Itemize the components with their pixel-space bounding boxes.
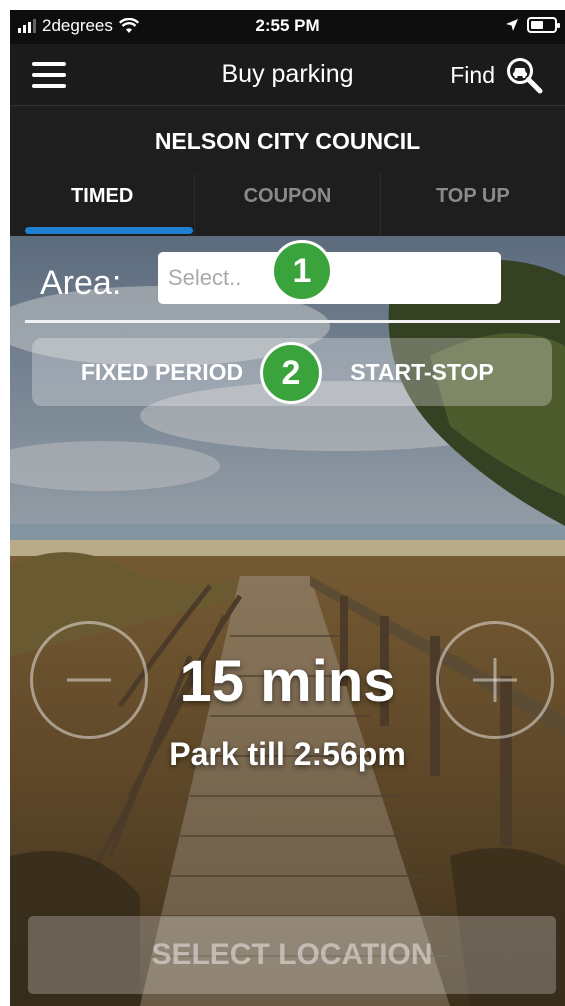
parking-panel: Area: FIXED PERIOD START-STOP 1 2 15 min…: [10, 236, 565, 1006]
tab-top-up[interactable]: TOP UP: [379, 173, 565, 237]
tab-coupon[interactable]: COUPON: [194, 173, 379, 237]
magnifier-car-icon: [507, 58, 543, 94]
battery-icon: [527, 17, 560, 33]
start-stop-option[interactable]: START-STOP: [292, 338, 552, 406]
phone-screen: 2degrees 2:55 PM Buy parking Find NELSON…: [10, 10, 565, 1006]
location-arrow-icon: [506, 19, 518, 31]
council-name: NELSON CITY COUNCIL: [154, 128, 421, 154]
fixed-period-option[interactable]: FIXED PERIOD: [32, 338, 292, 406]
active-tab-indicator: [25, 227, 193, 234]
area-divider: [25, 320, 560, 323]
area-label: Area:: [40, 264, 122, 302]
nav-bar: Buy parking Find: [10, 44, 565, 106]
park-till-text: Park till 2:56pm: [169, 736, 406, 772]
step-badge-1: 1: [271, 240, 333, 302]
find-label: Find: [450, 61, 495, 88]
status-right: [505, 17, 560, 33]
status-bar: 2degrees 2:55 PM: [10, 10, 565, 44]
find-button[interactable]: Find: [450, 56, 543, 94]
duration-display: 15 mins: [179, 649, 396, 714]
select-location-button[interactable]: SELECT LOCATION: [28, 916, 556, 994]
status-time: 2:55 PM: [255, 16, 320, 35]
step-badge-2: 2: [260, 342, 322, 404]
